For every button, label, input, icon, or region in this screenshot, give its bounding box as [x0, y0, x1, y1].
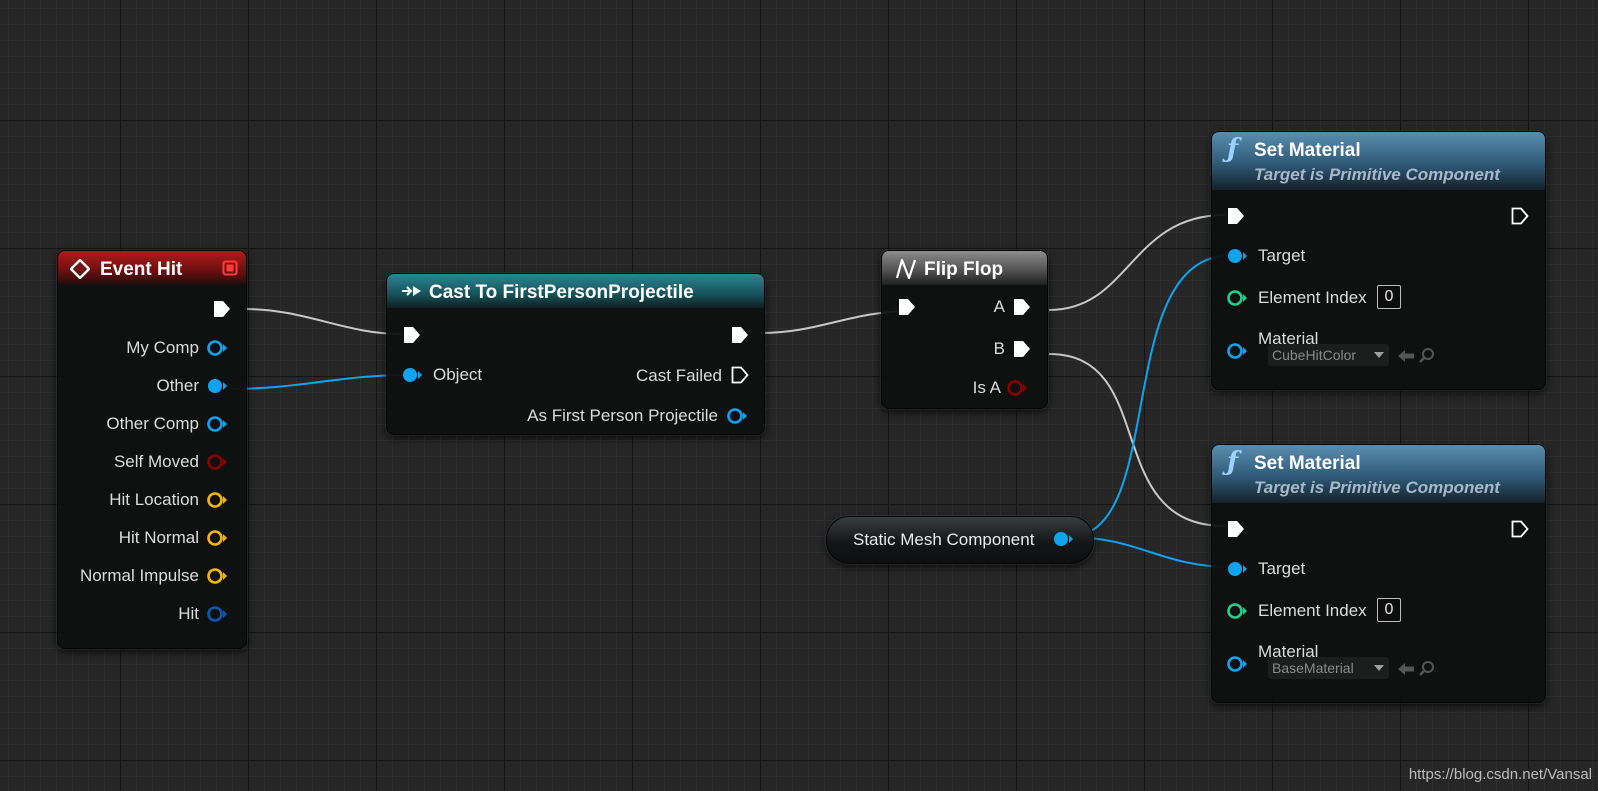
- set-material-1-element-index-pin[interactable]: [1226, 288, 1250, 308]
- watermark-text: https://blog.csdn.net/Vansal: [1408, 766, 1592, 783]
- set-material-1-material-pin[interactable]: [1226, 341, 1250, 361]
- set-material-2-exec-out-pin[interactable]: [1510, 519, 1530, 539]
- set-material-2-subtitle: Target is Primitive Component: [1254, 478, 1500, 497]
- object-label: Object: [433, 365, 483, 384]
- static-mesh-component-node[interactable]: Static Mesh Component: [826, 516, 1094, 564]
- set-material-1-title: Set Material: [1254, 140, 1361, 161]
- static-mesh-component-pin[interactable]: [1052, 529, 1076, 549]
- hit-location-pin[interactable]: [206, 490, 230, 510]
- cast-node[interactable]: Cast To FirstPersonProjectile Object Cas…: [386, 273, 765, 435]
- function-icon: ƒ: [1227, 447, 1239, 477]
- hit-pin[interactable]: [206, 604, 230, 624]
- set-material-node-2[interactable]: ƒ Set Material Target is Primitive Compo…: [1211, 444, 1546, 703]
- my-comp-pin[interactable]: [206, 338, 230, 358]
- browse-search-icon[interactable]: [1418, 347, 1436, 365]
- browse-search-icon[interactable]: [1418, 660, 1436, 678]
- pin-label-normal-impulse: Normal Impulse: [79, 566, 199, 585]
- set-material-1-element-index-label: Element Index: [1258, 288, 1367, 307]
- other-pin[interactable]: [206, 376, 230, 396]
- set-material-1-subtitle: Target is Primitive Component: [1254, 165, 1500, 184]
- set-material-1-material-dropdown[interactable]: CubeHitColor: [1268, 344, 1389, 366]
- cast-exec-out-pin[interactable]: [730, 325, 750, 345]
- flip-flop-icon: [895, 258, 917, 280]
- normal-impulse-pin[interactable]: [206, 566, 230, 586]
- event-hit-title: Event Hit: [100, 259, 183, 280]
- set-material-1-target-pin[interactable]: [1226, 246, 1250, 266]
- set-material-2-material-value: BaseMaterial: [1272, 660, 1354, 676]
- static-mesh-component-label: Static Mesh Component: [853, 530, 1035, 549]
- pin-label-other: Other: [156, 376, 199, 395]
- event-hit-exec-out-pin[interactable]: [212, 299, 232, 319]
- a-label: A: [993, 297, 1005, 316]
- event-hit-node[interactable]: Event Hit My Comp Other Other Comp Self …: [57, 250, 247, 649]
- flip-flop-exec-in-pin[interactable]: [897, 297, 917, 317]
- set-material-1-element-index-input[interactable]: 0: [1377, 285, 1401, 309]
- pin-label-hit-location: Hit Location: [109, 490, 199, 509]
- set-material-1-exec-in-pin[interactable]: [1226, 206, 1246, 226]
- exec-wire-b-to-setmaterial2: [1048, 353, 1226, 527]
- set-material-2-exec-in-pin[interactable]: [1226, 519, 1246, 539]
- set-material-2-target-label: Target: [1258, 559, 1306, 578]
- set-material-2-material-dropdown[interactable]: BaseMaterial: [1268, 657, 1389, 679]
- set-material-2-element-index-input[interactable]: 0: [1377, 598, 1401, 622]
- set-material-1-material-value: CubeHitColor: [1272, 347, 1357, 363]
- set-material-node-1[interactable]: ƒ Set Material Target is Primitive Compo…: [1211, 131, 1546, 390]
- event-hit-header[interactable]: Event Hit: [58, 251, 246, 285]
- cast-failed-label: Cast Failed: [636, 366, 722, 385]
- b-label: B: [993, 339, 1005, 358]
- flip-flop-title: Flip Flop: [924, 259, 1004, 280]
- as-first-person-projectile-label: As First Person Projectile: [527, 406, 718, 425]
- other-comp-pin[interactable]: [206, 414, 230, 434]
- pin-label-hit-normal: Hit Normal: [118, 528, 199, 547]
- object-pin[interactable]: [401, 365, 425, 385]
- self-moved-pin[interactable]: [206, 452, 230, 472]
- set-material-1-target-label: Target: [1258, 246, 1306, 265]
- flip-flop-header[interactable]: Flip Flop: [882, 251, 1047, 285]
- set-material-2-target-pin[interactable]: [1226, 559, 1250, 579]
- hit-normal-pin[interactable]: [206, 528, 230, 548]
- pin-label-hit: Hit: [178, 604, 199, 623]
- event-diamond-icon: [70, 259, 90, 279]
- function-icon: ƒ: [1227, 134, 1239, 164]
- is-a-label: Is A: [972, 378, 1001, 397]
- set-material-2-header[interactable]: ƒ Set Material Target is Primitive Compo…: [1212, 445, 1545, 503]
- set-material-2-material-pin[interactable]: [1226, 654, 1250, 674]
- exec-wire-event-to-cast: [244, 308, 402, 335]
- cast-title: Cast To FirstPersonProjectile: [429, 282, 694, 303]
- use-selected-arrow-icon[interactable]: [1397, 661, 1415, 677]
- as-first-person-projectile-pin[interactable]: [726, 406, 750, 426]
- cast-header[interactable]: Cast To FirstPersonProjectile: [387, 274, 764, 308]
- object-wire-other-to-cast: [229, 374, 409, 390]
- dropdown-arrow-icon: [1374, 665, 1384, 671]
- object-wire-mesh-to-target1: [1067, 254, 1233, 538]
- set-material-2-element-index-label: Element Index: [1258, 601, 1367, 620]
- is-a-pin[interactable]: [1006, 378, 1030, 398]
- pin-label-my-comp: My Comp: [126, 338, 199, 357]
- set-material-1-exec-out-pin[interactable]: [1510, 206, 1530, 226]
- delegate-icon[interactable]: [222, 260, 238, 276]
- a-exec-pin[interactable]: [1012, 297, 1032, 317]
- exec-wire-a-to-setmaterial1: [1048, 214, 1226, 311]
- cast-failed-exec-pin[interactable]: [730, 365, 750, 385]
- cast-exec-in-pin[interactable]: [402, 325, 422, 345]
- set-material-2-element-index-pin[interactable]: [1226, 601, 1250, 621]
- use-selected-arrow-icon[interactable]: [1397, 348, 1415, 364]
- pin-label-other-comp: Other Comp: [106, 414, 199, 433]
- dropdown-arrow-icon: [1374, 352, 1384, 358]
- cast-arrow-icon: [402, 286, 421, 296]
- b-exec-pin[interactable]: [1012, 339, 1032, 359]
- pin-label-self-moved: Self Moved: [113, 452, 199, 471]
- flip-flop-node[interactable]: Flip Flop A B Is A: [881, 250, 1048, 409]
- set-material-2-title: Set Material: [1254, 453, 1361, 474]
- set-material-1-header[interactable]: ƒ Set Material Target is Primitive Compo…: [1212, 132, 1545, 190]
